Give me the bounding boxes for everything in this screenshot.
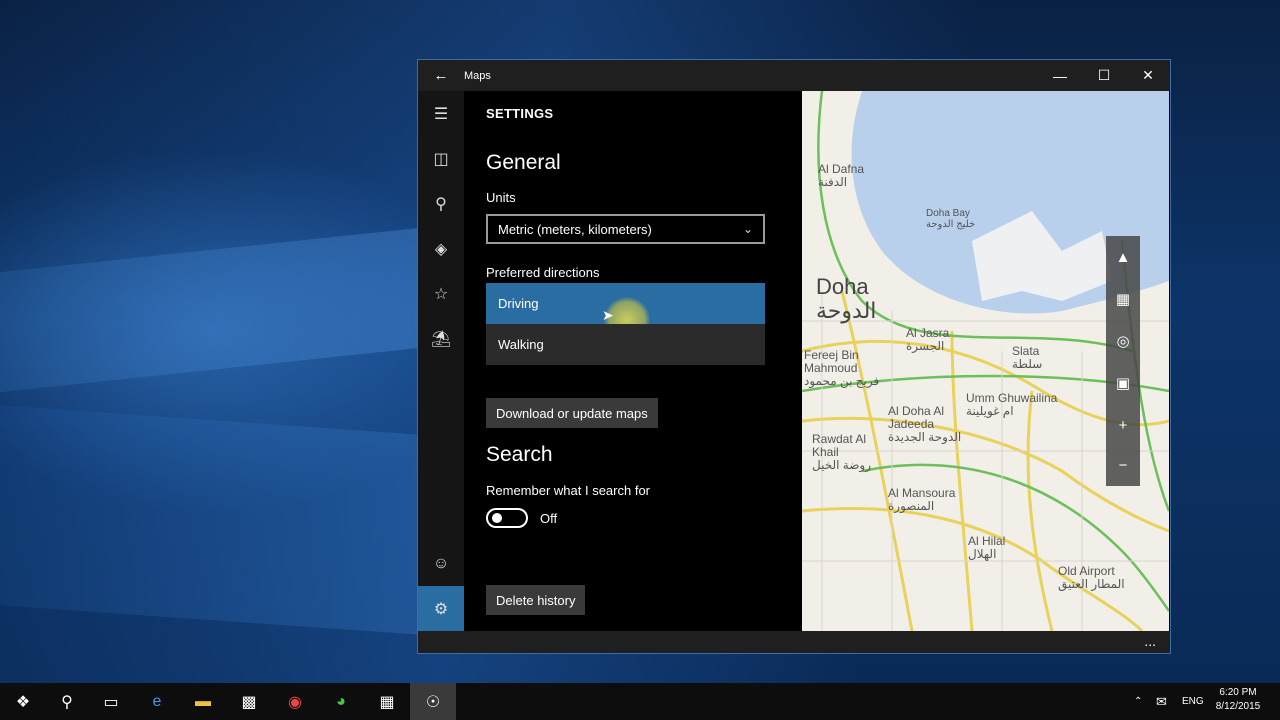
preferred-directions-label: Preferred directions xyxy=(486,265,600,280)
camtasia-icon[interactable]: ◕ xyxy=(318,683,364,720)
minimize-icon[interactable]: — xyxy=(1038,60,1082,91)
account-icon[interactable]: ☺ xyxy=(418,541,464,586)
taskbar: ❖ ⚲ ▭ e ▬ ▩ ◉ ◕ ▦ ☉ ⌃ ✉ ENG 6:20 PM 8/12… xyxy=(0,683,1280,720)
delete-history-button[interactable]: Delete history xyxy=(486,585,586,615)
map-toolbar: ▲ ▦ ◎ ▣ + − xyxy=(1106,236,1140,486)
map-label-al-jasra: Al Jasra الجسرة xyxy=(906,326,950,354)
option-walking[interactable]: Walking xyxy=(486,324,765,365)
toggle-state-label: Off xyxy=(540,511,558,526)
map-label-al-mansoura: Al Mansoura المنصورة xyxy=(888,486,956,514)
remember-search-label: Remember what I search for xyxy=(486,483,651,498)
task-view-icon[interactable]: ▭ xyxy=(88,683,134,720)
window-title: Maps xyxy=(464,69,491,82)
general-heading: General xyxy=(486,151,561,174)
back-arrow-icon[interactable]: ← xyxy=(418,60,464,91)
units-label: Units xyxy=(486,190,516,205)
map-label-doha: Doha الدوحة xyxy=(816,274,877,324)
clock[interactable]: 6:20 PM 8/12/2015 xyxy=(1208,686,1268,714)
map-label-al-hilal: Al Hilal الهلال xyxy=(968,534,1006,562)
map-label-slata: Slata سلطة xyxy=(1012,344,1043,372)
map-label-al-dafna: Al Dafna الدفنة xyxy=(818,162,865,190)
store-icon[interactable]: ▩ xyxy=(226,683,272,720)
map-label-rawdat-al-khail: Rawdat Al Khail روضة الخيل xyxy=(812,432,871,473)
units-dropdown[interactable]: Metric (meters, kilometers) ⌄ xyxy=(486,214,765,244)
units-value: Metric (meters, kilometers) xyxy=(498,221,652,237)
map-label-fereej-bin-mahmoud: Fereej Bin Mahmoud فريج بن محمود xyxy=(804,348,880,389)
directions-icon[interactable]: ◈ xyxy=(418,226,464,271)
wallpaper-light-beam xyxy=(0,405,420,635)
settings-pane: SETTINGS General Units Metric (meters, k… xyxy=(464,91,840,631)
settings-title: SETTINGS xyxy=(486,106,554,121)
mouse-cursor-icon: ➤ xyxy=(602,307,614,323)
nav-rail: ☰ ◫ ⚲ ◈ ☆ ⛱ ☺ ⚙ xyxy=(418,91,464,631)
zoom-in-icon[interactable]: + xyxy=(1106,404,1140,446)
calculator-icon[interactable]: ▦ xyxy=(364,683,410,720)
locate-me-icon[interactable]: ◎ xyxy=(1106,320,1140,362)
3d-view-icon[interactable]: ▦ xyxy=(1106,278,1140,320)
clock-time: 6:20 PM xyxy=(1219,687,1257,698)
chrome-icon[interactable]: ◉ xyxy=(272,683,318,720)
option-driving[interactable]: Driving ➤ xyxy=(486,283,765,343)
option-walking-label: Walking xyxy=(498,337,544,352)
wallpaper-light-beam xyxy=(0,227,420,393)
start-windows-icon[interactable]: ❖ xyxy=(0,683,46,720)
settings-gear-icon[interactable]: ⚙ xyxy=(418,586,464,631)
star-icon[interactable]: ☆ xyxy=(418,271,464,316)
directions-dropdown-list: Driving ➤ Walking xyxy=(486,283,765,365)
toggle-knob xyxy=(492,513,502,523)
download-update-maps-button[interactable]: Download or update maps xyxy=(486,398,658,428)
chevron-down-icon: ⌄ xyxy=(742,222,753,236)
3d-cities-icon[interactable]: ⛱ xyxy=(418,316,464,361)
search-icon[interactable]: ⚲ xyxy=(418,181,464,226)
file-explorer-icon[interactable]: ▬ xyxy=(180,683,226,720)
close-icon[interactable]: ✕ xyxy=(1126,60,1170,91)
tray-chevron-up-icon[interactable]: ⌃ xyxy=(1134,683,1142,720)
edge-browser-icon[interactable]: e xyxy=(134,683,180,720)
search-heading: Search xyxy=(486,443,553,466)
notifications-icon[interactable]: ✉ xyxy=(1156,683,1167,720)
map-label-al-doha-al-jadeeda: Al Doha Al Jadeeda الدوحة الجديدة xyxy=(888,404,962,445)
map-view[interactable]: Al Dafna الدفنة Doha Bay خليج الدوحة Doha ا… xyxy=(802,91,1169,631)
more-options-button[interactable]: ... xyxy=(1144,633,1156,649)
option-driving-label: Driving xyxy=(498,296,539,311)
maps-app-icon[interactable]: ☉ xyxy=(410,683,456,720)
compass-icon[interactable]: ▲ xyxy=(1106,236,1140,278)
map-icon[interactable]: ◫ xyxy=(418,136,464,181)
map-label-umm-ghuwailina: Umm Ghuwailina ام غويلينة xyxy=(966,391,1058,419)
map-layers-icon[interactable]: ▣ xyxy=(1106,362,1140,404)
zoom-out-icon[interactable]: − xyxy=(1106,444,1140,486)
search-icon[interactable]: ⚲ xyxy=(44,683,90,720)
maximize-icon[interactable]: ☐ xyxy=(1082,60,1126,91)
map-label-doha-bay: Doha Bay خليج الدوحة xyxy=(926,208,976,230)
maps-window: ← Maps — ☐ ✕ ☰ ◫ ⚲ ◈ ☆ ⛱ ☺ ⚙ SETTINGS Ge… xyxy=(417,59,1171,654)
title-bar: ← Maps — ☐ ✕ xyxy=(418,60,1170,91)
app-bottom-bar: ... xyxy=(418,631,1170,653)
clock-date: 8/12/2015 xyxy=(1215,701,1261,712)
language-indicator[interactable]: ENG xyxy=(1182,683,1204,720)
hamburger-menu-icon[interactable]: ☰ xyxy=(418,91,464,136)
remember-search-toggle[interactable] xyxy=(486,508,528,528)
map-label-old-airport: Old Airport المطار العتيق xyxy=(1058,564,1125,592)
